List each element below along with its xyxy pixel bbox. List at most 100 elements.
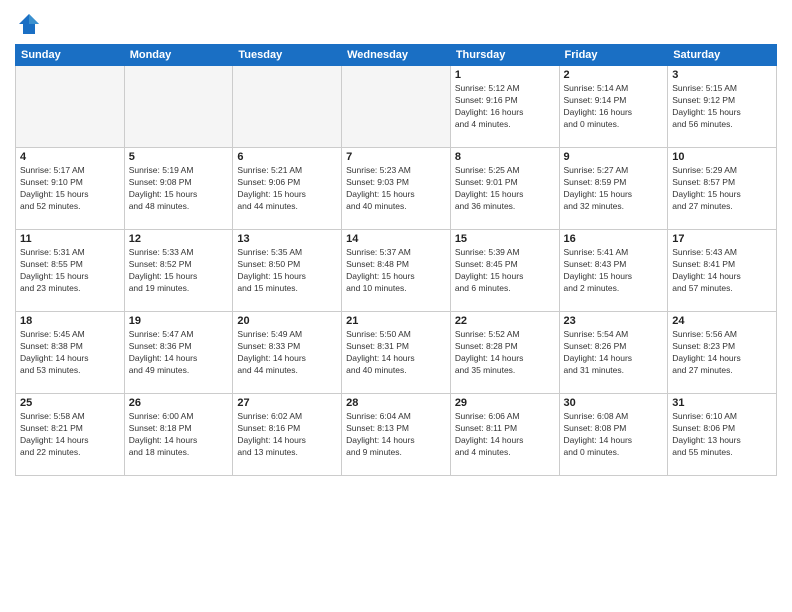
day-info: Sunrise: 5:17 AM Sunset: 9:10 PM Dayligh…: [20, 165, 120, 213]
calendar-cell: [233, 66, 342, 148]
calendar-cell: 13Sunrise: 5:35 AM Sunset: 8:50 PM Dayli…: [233, 230, 342, 312]
logo: [15, 10, 47, 38]
day-info: Sunrise: 5:21 AM Sunset: 9:06 PM Dayligh…: [237, 165, 337, 213]
day-info: Sunrise: 5:43 AM Sunset: 8:41 PM Dayligh…: [672, 247, 772, 295]
day-info: Sunrise: 5:29 AM Sunset: 8:57 PM Dayligh…: [672, 165, 772, 213]
calendar-cell: 9Sunrise: 5:27 AM Sunset: 8:59 PM Daylig…: [559, 148, 668, 230]
day-number: 14: [346, 233, 446, 245]
day-info: Sunrise: 5:49 AM Sunset: 8:33 PM Dayligh…: [237, 329, 337, 377]
day-number: 31: [672, 397, 772, 409]
calendar: SundayMondayTuesdayWednesdayThursdayFrid…: [15, 44, 777, 476]
day-number: 26: [129, 397, 229, 409]
day-number: 1: [455, 69, 555, 81]
day-number: 7: [346, 151, 446, 163]
weekday-header-saturday: Saturday: [668, 45, 777, 66]
day-info: Sunrise: 6:00 AM Sunset: 8:18 PM Dayligh…: [129, 411, 229, 459]
calendar-cell: 3Sunrise: 5:15 AM Sunset: 9:12 PM Daylig…: [668, 66, 777, 148]
calendar-cell: 15 Sunrise: 5:39 AM Sunset: 8:45 PM Dayli…: [450, 230, 559, 312]
day-number: 16: [564, 233, 664, 245]
calendar-cell: [16, 66, 125, 148]
day-number: 18: [20, 315, 120, 327]
day-number: 15: [455, 233, 555, 245]
weekday-header-friday: Friday: [559, 45, 668, 66]
calendar-cell: 24 Sunrise: 5:56 AM Sunset: 8:23 PM Dayli…: [668, 312, 777, 394]
calendar-cell: 16 Sunrise: 5:41 AM Sunset: 8:43 PM Dayli…: [559, 230, 668, 312]
day-number: 13: [237, 233, 337, 245]
calendar-week-1: 1 Sunrise: 5:12 AM Sunset: 9:16 PM Daylig…: [16, 66, 777, 148]
day-info: Sunrise: 5:19 AM Sunset: 9:08 PM Dayligh…: [129, 165, 229, 213]
weekday-header-sunday: Sunday: [16, 45, 125, 66]
day-number: 23: [564, 315, 664, 327]
day-number: 6: [237, 151, 337, 163]
calendar-cell: 29Sunrise: 6:06 AM Sunset: 8:11 PM Dayli…: [450, 394, 559, 476]
calendar-cell: 27 Sunrise: 6:02 AM Sunset: 8:16 PM Dayli…: [233, 394, 342, 476]
day-info: Sunrise: 6:04 AM Sunset: 8:13 PM Dayligh…: [346, 411, 446, 459]
day-info: Sunrise: 6:08 AM Sunset: 8:08 PM Dayligh…: [564, 411, 664, 459]
calendar-cell: 17 Sunrise: 5:43 AM Sunset: 8:41 PM Dayli…: [668, 230, 777, 312]
page: SundayMondayTuesdayWednesdayThursdayFrid…: [0, 0, 792, 612]
calendar-cell: 20Sunrise: 5:49 AM Sunset: 8:33 PM Dayli…: [233, 312, 342, 394]
calendar-week-4: 18 Sunrise: 5:45 AM Sunset: 8:38 PM Dayli…: [16, 312, 777, 394]
calendar-cell: 4 Sunrise: 5:17 AM Sunset: 9:10 PM Daylig…: [16, 148, 125, 230]
calendar-cell: 2 Sunrise: 5:14 AM Sunset: 9:14 PM Daylig…: [559, 66, 668, 148]
calendar-cell: 8 Sunrise: 5:25 AM Sunset: 9:01 PM Daylig…: [450, 148, 559, 230]
day-info: Sunrise: 5:12 AM Sunset: 9:16 PM Dayligh…: [455, 83, 555, 131]
weekday-header-wednesday: Wednesday: [342, 45, 451, 66]
weekday-row: SundayMondayTuesdayWednesdayThursdayFrid…: [16, 45, 777, 66]
calendar-cell: 7 Sunrise: 5:23 AM Sunset: 9:03 PM Daylig…: [342, 148, 451, 230]
calendar-cell: 14 Sunrise: 5:37 AM Sunset: 8:48 PM Dayli…: [342, 230, 451, 312]
day-number: 9: [564, 151, 664, 163]
day-info: Sunrise: 5:56 AM Sunset: 8:23 PM Dayligh…: [672, 329, 772, 377]
logo-icon: [15, 10, 43, 38]
day-number: 8: [455, 151, 555, 163]
day-number: 11: [20, 233, 120, 245]
day-number: 27: [237, 397, 337, 409]
day-info: Sunrise: 5:23 AM Sunset: 9:03 PM Dayligh…: [346, 165, 446, 213]
calendar-cell: [124, 66, 233, 148]
day-number: 17: [672, 233, 772, 245]
day-number: 22: [455, 315, 555, 327]
calendar-cell: 19Sunrise: 5:47 AM Sunset: 8:36 PM Dayli…: [124, 312, 233, 394]
day-info: Sunrise: 5:31 AM Sunset: 8:55 PM Dayligh…: [20, 247, 120, 295]
day-number: 12: [129, 233, 229, 245]
day-info: Sunrise: 5:37 AM Sunset: 8:48 PM Dayligh…: [346, 247, 446, 295]
calendar-cell: 11 Sunrise: 5:31 AM Sunset: 8:55 PM Dayli…: [16, 230, 125, 312]
header: [15, 10, 777, 38]
day-info: Sunrise: 5:47 AM Sunset: 8:36 PM Dayligh…: [129, 329, 229, 377]
weekday-header-tuesday: Tuesday: [233, 45, 342, 66]
calendar-cell: 18 Sunrise: 5:45 AM Sunset: 8:38 PM Dayli…: [16, 312, 125, 394]
calendar-cell: 5Sunrise: 5:19 AM Sunset: 9:08 PM Daylig…: [124, 148, 233, 230]
day-info: Sunrise: 5:50 AM Sunset: 8:31 PM Dayligh…: [346, 329, 446, 377]
calendar-cell: 10 Sunrise: 5:29 AM Sunset: 8:57 PM Dayli…: [668, 148, 777, 230]
day-info: Sunrise: 5:58 AM Sunset: 8:21 PM Dayligh…: [20, 411, 120, 459]
day-number: 4: [20, 151, 120, 163]
day-info: Sunrise: 5:52 AM Sunset: 8:28 PM Dayligh…: [455, 329, 555, 377]
day-number: 30: [564, 397, 664, 409]
day-number: 2: [564, 69, 664, 81]
day-info: Sunrise: 5:54 AM Sunset: 8:26 PM Dayligh…: [564, 329, 664, 377]
calendar-cell: 31 Sunrise: 6:10 AM Sunset: 8:06 PM Dayli…: [668, 394, 777, 476]
calendar-cell: 21Sunrise: 5:50 AM Sunset: 8:31 PM Dayli…: [342, 312, 451, 394]
day-info: Sunrise: 5:25 AM Sunset: 9:01 PM Dayligh…: [455, 165, 555, 213]
calendar-cell: 12 Sunrise: 5:33 AM Sunset: 8:52 PM Dayli…: [124, 230, 233, 312]
calendar-cell: 25 Sunrise: 5:58 AM Sunset: 8:21 PM Dayli…: [16, 394, 125, 476]
calendar-cell: 22 Sunrise: 5:52 AM Sunset: 8:28 PM Dayli…: [450, 312, 559, 394]
calendar-week-5: 25 Sunrise: 5:58 AM Sunset: 8:21 PM Dayli…: [16, 394, 777, 476]
day-info: Sunrise: 6:10 AM Sunset: 8:06 PM Dayligh…: [672, 411, 772, 459]
day-info: Sunrise: 5:33 AM Sunset: 8:52 PM Dayligh…: [129, 247, 229, 295]
calendar-header: SundayMondayTuesdayWednesdayThursdayFrid…: [16, 45, 777, 66]
calendar-cell: 26 Sunrise: 6:00 AM Sunset: 8:18 PM Dayli…: [124, 394, 233, 476]
calendar-cell: [342, 66, 451, 148]
calendar-cell: 6 Sunrise: 5:21 AM Sunset: 9:06 PM Daylig…: [233, 148, 342, 230]
day-number: 24: [672, 315, 772, 327]
day-info: Sunrise: 6:02 AM Sunset: 8:16 PM Dayligh…: [237, 411, 337, 459]
day-info: Sunrise: 5:41 AM Sunset: 8:43 PM Dayligh…: [564, 247, 664, 295]
day-number: 25: [20, 397, 120, 409]
day-info: Sunrise: 5:39 AM Sunset: 8:45 PM Dayligh…: [455, 247, 555, 295]
calendar-cell: 28Sunrise: 6:04 AM Sunset: 8:13 PM Dayli…: [342, 394, 451, 476]
day-number: 10: [672, 151, 772, 163]
day-info: Sunrise: 5:14 AM Sunset: 9:14 PM Dayligh…: [564, 83, 664, 131]
day-info: Sunrise: 5:45 AM Sunset: 8:38 PM Dayligh…: [20, 329, 120, 377]
calendar-cell: 1 Sunrise: 5:12 AM Sunset: 9:16 PM Daylig…: [450, 66, 559, 148]
calendar-cell: 23 Sunrise: 5:54 AM Sunset: 8:26 PM Dayli…: [559, 312, 668, 394]
